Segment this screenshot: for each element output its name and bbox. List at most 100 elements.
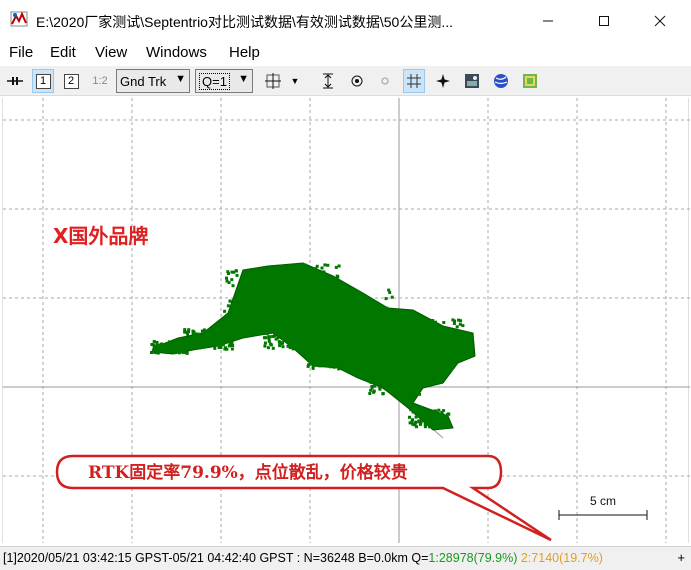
track-point bbox=[411, 410, 415, 414]
plot1-button[interactable]: 1 bbox=[32, 69, 54, 93]
center-dropdown-button[interactable]: ▼ bbox=[288, 69, 302, 93]
map-button[interactable] bbox=[519, 69, 541, 93]
maximize-button[interactable] bbox=[576, 0, 632, 42]
center-origin-button[interactable] bbox=[262, 69, 284, 93]
plot12-button[interactable]: 1:2 bbox=[89, 69, 111, 93]
track-point bbox=[415, 425, 418, 429]
track-point bbox=[318, 355, 322, 359]
close-button[interactable] bbox=[632, 0, 688, 42]
ground-track bbox=[150, 262, 476, 439]
track-point bbox=[341, 338, 345, 342]
grid-button[interactable] bbox=[403, 69, 425, 93]
track-point bbox=[300, 302, 304, 306]
track-point bbox=[418, 340, 422, 344]
track-point bbox=[288, 346, 292, 350]
track-point bbox=[217, 336, 221, 340]
track-point bbox=[283, 324, 287, 328]
track-point bbox=[296, 338, 300, 342]
track-point bbox=[369, 302, 373, 306]
track-point bbox=[162, 347, 166, 351]
status-text: [1]2020/05/21 03:42:15 GPST-05/21 04:42:… bbox=[3, 551, 603, 565]
track-point bbox=[356, 308, 360, 312]
compass-button[interactable] bbox=[432, 69, 454, 93]
crosshair-icon bbox=[265, 73, 281, 89]
track-point bbox=[422, 413, 426, 417]
menu-help[interactable]: Help bbox=[229, 44, 260, 61]
track-point bbox=[259, 316, 263, 320]
track-point bbox=[366, 325, 370, 329]
track-point bbox=[272, 283, 276, 287]
track-point bbox=[344, 355, 348, 359]
show-mark-button[interactable] bbox=[374, 69, 396, 93]
menu-windows[interactable]: Windows bbox=[146, 44, 207, 61]
track-point bbox=[337, 359, 340, 362]
track-point bbox=[356, 331, 360, 334]
track-point bbox=[348, 346, 352, 350]
track-point bbox=[329, 289, 333, 293]
track-point bbox=[436, 425, 440, 429]
menu-view[interactable]: View bbox=[95, 44, 127, 61]
track-point bbox=[392, 364, 396, 368]
quality-select[interactable]: Q=1 ▼ bbox=[195, 69, 253, 93]
track-point bbox=[419, 406, 423, 410]
track-point bbox=[417, 366, 420, 370]
track-point bbox=[442, 327, 445, 331]
track-point bbox=[371, 363, 375, 367]
track-point bbox=[333, 302, 337, 306]
track-point bbox=[350, 361, 354, 365]
track-point bbox=[312, 285, 316, 289]
track-point bbox=[247, 313, 251, 317]
track-point bbox=[399, 346, 403, 350]
track-point bbox=[213, 346, 217, 350]
track-point bbox=[433, 425, 437, 429]
track-point bbox=[424, 422, 428, 426]
menu-file[interactable]: File bbox=[9, 44, 33, 61]
track-point bbox=[287, 268, 291, 272]
image-button[interactable] bbox=[461, 69, 483, 93]
track-point bbox=[305, 295, 309, 299]
track-point bbox=[200, 336, 204, 340]
track-point bbox=[376, 363, 379, 367]
track-point bbox=[332, 336, 336, 339]
track-point bbox=[387, 383, 391, 387]
track-point bbox=[185, 351, 189, 355]
track-point bbox=[378, 387, 382, 390]
plot2-button[interactable]: 2 bbox=[60, 69, 82, 93]
track-point bbox=[426, 422, 430, 426]
track-point bbox=[347, 357, 351, 361]
track-point bbox=[190, 346, 194, 350]
plot-type-select[interactable]: Gnd Trk ▼ bbox=[116, 69, 190, 93]
track-point bbox=[279, 331, 283, 335]
track-point bbox=[381, 371, 385, 375]
fit-vertical-button[interactable] bbox=[317, 69, 339, 93]
track-point bbox=[218, 342, 222, 346]
track-point bbox=[319, 303, 323, 307]
track-point bbox=[384, 382, 388, 386]
track-point bbox=[421, 416, 425, 420]
track-point bbox=[298, 268, 302, 272]
minimize-button[interactable] bbox=[520, 0, 576, 42]
track-point bbox=[250, 282, 254, 286]
track-point bbox=[268, 307, 272, 311]
track-point bbox=[434, 415, 438, 419]
track-point bbox=[314, 271, 318, 275]
track-point bbox=[326, 276, 330, 280]
track-point bbox=[414, 336, 418, 340]
show-point-button[interactable] bbox=[346, 69, 368, 93]
track-point bbox=[260, 310, 264, 314]
track-point bbox=[212, 332, 216, 336]
track-point bbox=[297, 319, 301, 323]
track-point bbox=[353, 358, 357, 361]
menu-edit[interactable]: Edit bbox=[50, 44, 76, 61]
track-point bbox=[408, 338, 412, 342]
ground-track-plot[interactable]: X国外品牌 5 cm RTK固定率79.9%，点位散乱，价格较贵 bbox=[3, 98, 690, 543]
track-point bbox=[432, 422, 436, 426]
track-point bbox=[444, 421, 448, 425]
track-point bbox=[251, 296, 255, 299]
track-point bbox=[416, 376, 420, 380]
plot-area[interactable]: X国外品牌 5 cm RTK固定率79.9%，点位散乱，价格较贵 bbox=[2, 98, 690, 543]
track-point bbox=[223, 309, 227, 313]
globe-button[interactable] bbox=[490, 69, 512, 93]
connect-button[interactable] bbox=[4, 69, 26, 93]
track-point bbox=[384, 386, 388, 390]
